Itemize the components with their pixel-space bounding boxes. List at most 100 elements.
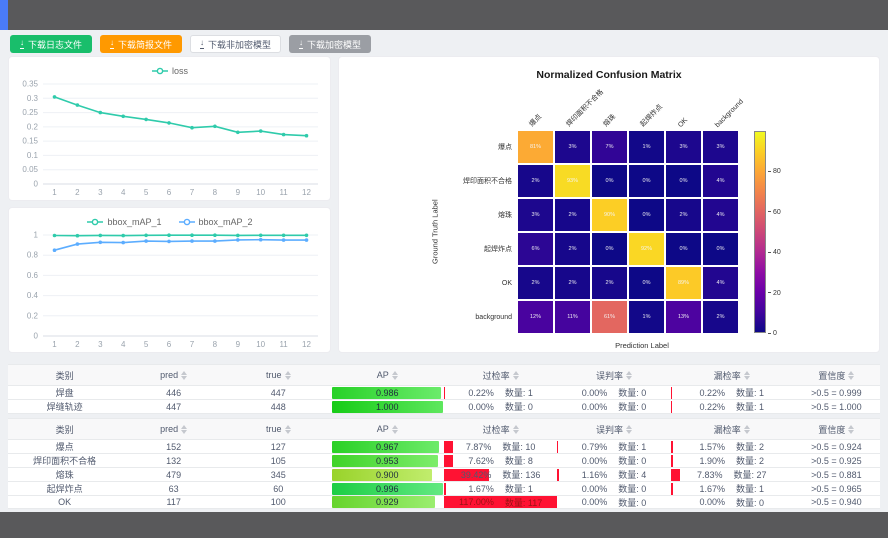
confusion-y-axis-label: Ground Truth Label	[428, 131, 442, 333]
loss-chart-card: loss 00.050.10.150.20.250.30.35123456789…	[8, 56, 331, 201]
legend-line-icon	[151, 67, 169, 75]
loss-chart: 00.050.10.150.20.250.30.3512345678910111…	[11, 78, 328, 199]
overkill-rate-cell: 39.42%数量: 136	[444, 468, 557, 482]
column-header[interactable]: 误判率	[557, 365, 670, 386]
column-header[interactable]: AP	[331, 365, 444, 386]
table-row: 起焊炸点63600.9961.67%数量: 10.00%数量: 01.67%数量…	[8, 482, 880, 496]
confusion-matrix-title: Normalized Confusion Matrix	[339, 69, 879, 81]
svg-text:6: 6	[167, 340, 172, 349]
confidence-cell: >0.5 = 1.000	[793, 400, 880, 414]
legend-item[interactable]: loss	[151, 66, 188, 76]
charts-column: loss 00.050.10.150.20.250.30.35123456789…	[8, 56, 331, 353]
column-header-label: 漏检率	[714, 423, 741, 436]
sort-icon[interactable]	[181, 425, 187, 434]
legend-label: bbox_mAP_2	[199, 217, 253, 227]
svg-text:0.3: 0.3	[27, 94, 39, 103]
confusion-matrix-card: Normalized Confusion Matrix Ground Truth…	[338, 56, 880, 353]
column-header-label: 类别	[56, 423, 74, 436]
table-row: 焊缝轨迹4474481.0000.00%数量: 00.00%数量: 00.22%…	[8, 400, 880, 414]
column-header[interactable]: 过检率	[444, 419, 557, 440]
misjudge-rate-cell: 0.00%数量: 0	[557, 482, 670, 496]
svg-text:0.25: 0.25	[22, 108, 38, 117]
sort-icon[interactable]	[392, 425, 398, 434]
table-row: OK1171000.929117.00%数量: 1170.00%数量: 00.0…	[8, 496, 880, 509]
column-header[interactable]: pred	[121, 365, 226, 386]
column-header-label: 过检率	[483, 369, 510, 382]
matrix-row-label: OK	[442, 267, 518, 299]
legend-line-icon	[86, 218, 104, 226]
rate-bar	[671, 455, 673, 467]
sort-icon[interactable]	[392, 371, 398, 380]
column-header[interactable]: pred	[121, 419, 226, 440]
sort-icon[interactable]	[626, 371, 632, 380]
matrix-cell: 89%	[666, 267, 701, 299]
confusion-matrix-layout: Ground Truth Label 爆点焊印面积不合格熔珠起焊炸点OKback…	[339, 83, 879, 350]
table-row: 爆点1521270.9677.87%数量: 100.79%数量: 11.57%数…	[8, 440, 880, 454]
ap-cell: 1.000	[331, 400, 444, 414]
true-cell: 100	[226, 496, 331, 509]
matrix-cell: 3%	[518, 199, 553, 231]
sort-icon[interactable]	[744, 371, 750, 380]
sort-icon[interactable]	[848, 371, 854, 380]
rate-bar	[671, 401, 672, 413]
download-unencrypted-model-button[interactable]: ↓ 下载非加密模型	[190, 35, 281, 53]
rate-bar	[671, 387, 672, 399]
ap-cell: 0.900	[331, 468, 444, 482]
svg-text:10: 10	[256, 340, 265, 349]
sort-icon[interactable]	[513, 425, 519, 434]
download-toolbar: ↓ 下载日志文件 ↓ 下载简报文件 ↓ 下载非加密模型 ↓ 下载加密模型	[0, 34, 888, 54]
download-log-button[interactable]: ↓ 下载日志文件	[10, 35, 92, 53]
svg-text:8: 8	[213, 340, 218, 349]
pred-cell: 479	[121, 468, 226, 482]
rate-bar	[444, 455, 453, 467]
download-report-button[interactable]: ↓ 下载简报文件	[100, 35, 182, 53]
colorbar-ticks: 020406080	[766, 131, 790, 333]
sort-icon[interactable]	[285, 425, 291, 434]
matrix-col-label: 爆点	[527, 112, 544, 129]
column-header[interactable]: true	[226, 365, 331, 386]
confusion-grid: 81%3%7%1%3%3%2%93%0%0%0%4%3%2%90%0%2%4%6…	[518, 131, 738, 333]
svg-text:10: 10	[256, 188, 265, 197]
column-header[interactable]: AP	[331, 419, 444, 440]
true-cell: 447	[226, 386, 331, 400]
confidence-cell: >0.5 = 0.881	[793, 468, 880, 482]
button-label: 下载加密模型	[307, 38, 361, 51]
column-header-label: 误判率	[596, 369, 623, 382]
matrix-cell: 3%	[703, 131, 738, 163]
svg-text:0.15: 0.15	[22, 137, 38, 146]
sort-icon[interactable]	[285, 371, 291, 380]
ap-cell: 0.996	[331, 482, 444, 496]
svg-text:3: 3	[98, 340, 103, 349]
svg-text:3: 3	[98, 188, 103, 197]
class-cell: 爆点	[8, 440, 121, 454]
sort-icon[interactable]	[626, 425, 632, 434]
column-header[interactable]: true	[226, 419, 331, 440]
column-header-label: 过检率	[483, 423, 510, 436]
svg-text:0.4: 0.4	[27, 291, 39, 300]
column-header[interactable]: 置信度	[793, 365, 880, 386]
confusion-row-labels: 爆点焊印面积不合格熔珠起焊炸点OKbackground	[442, 131, 518, 333]
column-header[interactable]: 置信度	[793, 419, 880, 440]
sort-icon[interactable]	[181, 371, 187, 380]
svg-text:0: 0	[34, 180, 39, 189]
matrix-cell: 0%	[592, 165, 627, 197]
matrix-row-label: 爆点	[442, 131, 518, 163]
download-icon: ↓	[299, 39, 303, 49]
column-header[interactable]: 误判率	[557, 419, 670, 440]
download-encrypted-model-button[interactable]: ↓ 下载加密模型	[289, 35, 371, 53]
column-header[interactable]: 漏检率	[671, 365, 793, 386]
legend-item[interactable]: bbox_mAP_1	[86, 217, 161, 227]
matrix-cell: 1%	[629, 131, 664, 163]
sort-icon[interactable]	[848, 425, 854, 434]
pred-cell: 132	[121, 454, 226, 468]
sort-icon[interactable]	[744, 425, 750, 434]
column-header-label: 误判率	[596, 423, 623, 436]
column-header[interactable]: 过检率	[444, 365, 557, 386]
svg-text:11: 11	[279, 340, 288, 349]
sort-icon[interactable]	[513, 371, 519, 380]
true-cell: 345	[226, 468, 331, 482]
matrix-cell: 0%	[629, 267, 664, 299]
column-header[interactable]: 漏检率	[671, 419, 793, 440]
misjudge-rate-cell: 0.00%数量: 0	[557, 386, 670, 400]
legend-item[interactable]: bbox_mAP_2	[178, 217, 253, 227]
